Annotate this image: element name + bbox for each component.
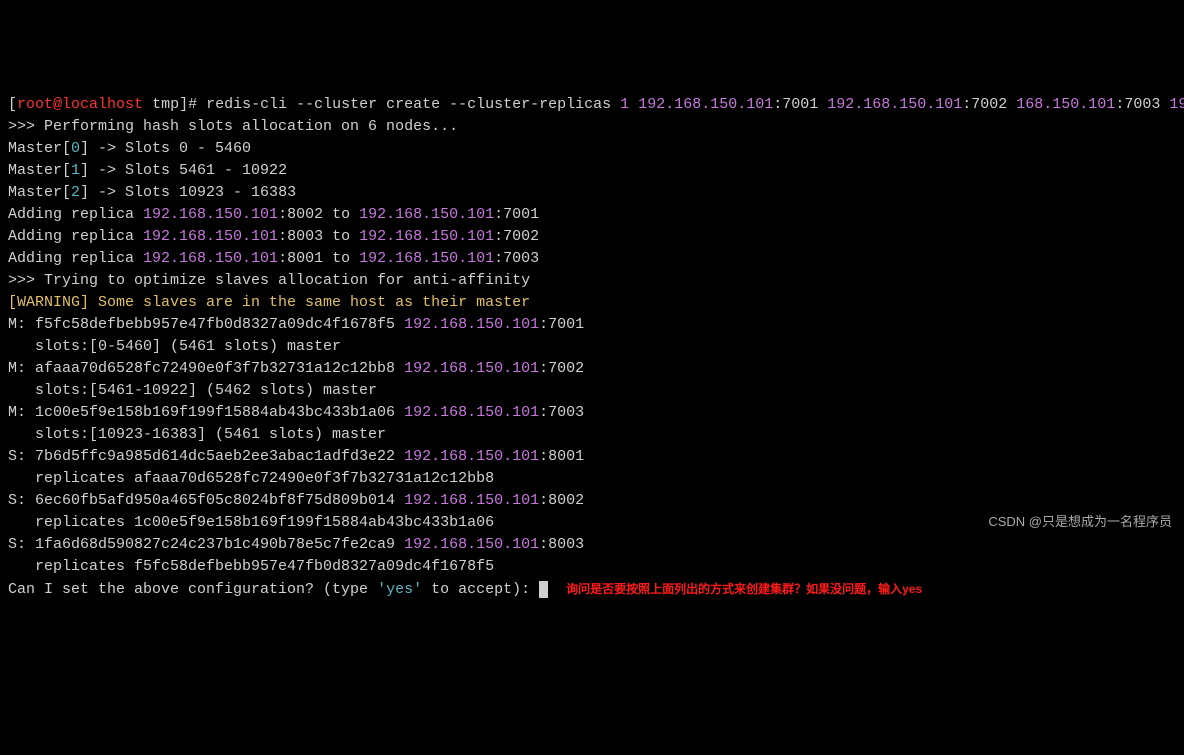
- slots-line: slots:[5461-10922] (5462 slots) master: [8, 382, 377, 399]
- output-line: Master[: [8, 162, 71, 179]
- output-line: Master[: [8, 140, 71, 157]
- cmd-ip: 192.168.150.101: [827, 96, 962, 113]
- output-line: Master[: [8, 184, 71, 201]
- slots-line: slots:[10923-16383] (5461 slots) master: [8, 426, 386, 443]
- prompt-bracket: [: [8, 96, 17, 113]
- replicates-line: replicates 1c00e5f9e158b169f199f15884ab4…: [8, 514, 494, 531]
- cmd-ip: 192.168.150.101: [1169, 96, 1184, 113]
- cmd-ip: 168.150.101: [1016, 96, 1115, 113]
- node-line: S: 6ec60fb5afd950a465f05c8024bf8f75d809b…: [8, 492, 404, 509]
- output-line: Adding replica: [8, 228, 143, 245]
- prompt-host: localhost: [62, 96, 143, 113]
- replicates-line: replicates afaaa70d6528fc72490e0f3f7b327…: [8, 470, 494, 487]
- annotation-text: 询问是否要按照上面列出的方式来创建集群？如果没问题，输入yes: [566, 582, 922, 596]
- node-line: M: f5fc58defbebb957e47fb0d8327a09dc4f167…: [8, 316, 404, 333]
- output-line: >>> Trying to optimize slaves allocation…: [8, 272, 530, 289]
- prompt-user: root: [17, 96, 53, 113]
- watermark: CSDN @只是想成为一名程序员: [988, 511, 1172, 533]
- slots-line: slots:[0-5460] (5461 slots) master: [8, 338, 341, 355]
- node-line: S: 7b6d5ffc9a985d614dc5aeb2ee3abac1adfd3…: [8, 448, 404, 465]
- node-line: M: 1c00e5f9e158b169f199f15884ab43bc433b1…: [8, 404, 404, 421]
- cmd-text: redis-cli --cluster create --cluster-rep…: [206, 96, 620, 113]
- warning-line: [WARNING] Some slaves are in the same ho…: [8, 294, 530, 311]
- cmd-num: 1: [620, 96, 629, 113]
- node-line: M: afaaa70d6528fc72490e0f3f7b32731a12c12…: [8, 360, 404, 377]
- cmd-ip: 192.168.150.101: [638, 96, 773, 113]
- output-line: Adding replica: [8, 250, 143, 267]
- confirm-prompt: Can I set the above configuration? (type: [8, 581, 377, 598]
- output-line: Adding replica: [8, 206, 143, 223]
- prompt-dir: tmp: [143, 96, 179, 113]
- output-line: >>> Performing hash slots allocation on …: [8, 118, 458, 135]
- prompt-at: @: [53, 96, 62, 113]
- cursor[interactable]: [539, 581, 548, 598]
- replicates-line: replicates f5fc58defbebb957e47fb0d8327a0…: [8, 558, 494, 575]
- prompt-end: ]#: [179, 96, 206, 113]
